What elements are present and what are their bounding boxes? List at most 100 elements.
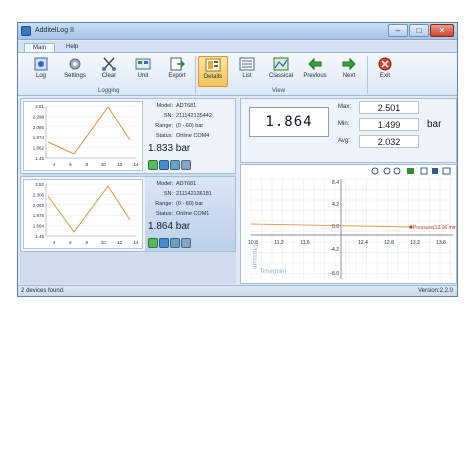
x-tick-label: 6 xyxy=(69,240,72,245)
device-card-selected[interactable]: 2.52 2.306 2.092 1.878 1.664 1.45 4 6 8 10 12 14 Mo… xyxy=(20,176,236,252)
minimize-button[interactable]: – xyxy=(388,24,408,37)
clear-button[interactable]: Clear xyxy=(94,56,124,87)
range-key: Range: xyxy=(155,201,173,207)
y-tick-label: 2.51 xyxy=(35,104,44,109)
y-tick-label: 2.52 xyxy=(35,182,44,187)
sn-key: SN: xyxy=(163,113,173,119)
x-tick-label: 13.6 xyxy=(436,240,446,246)
list-label: List xyxy=(242,73,252,79)
y-tick-label: 1.45 xyxy=(35,234,44,239)
classical-button[interactable]: Classical xyxy=(266,56,296,87)
x-tick-label: 4 xyxy=(53,162,56,167)
log-icon xyxy=(34,57,48,71)
main-chart-panel: 8.4 4.2 0.0 -4.2 -8.0 10.8 11.2 11.6 12.4 12.8 13.… xyxy=(240,164,457,284)
fit-icon[interactable] xyxy=(407,168,414,174)
sn-value: 211142136181 xyxy=(176,191,212,197)
app-window: AdditelLog II – □ ✕ Main Help Log Settin… xyxy=(17,22,458,297)
zoom-in-icon[interactable] xyxy=(383,167,391,175)
settings-icon[interactable] xyxy=(170,160,180,170)
details-icon xyxy=(205,58,221,72)
range-value: (0 - 60) bar xyxy=(176,123,204,129)
unit-label: bar xyxy=(427,119,442,130)
start-icon[interactable] xyxy=(148,238,158,248)
device-card[interactable]: 2.51 2.298 2.086 1.874 1.662 1.45 4 6 8 10 12 14 Mo… xyxy=(20,98,236,174)
list-icon xyxy=(239,57,255,71)
exit-label: Exit xyxy=(379,73,390,79)
x-tick-label: 13.2 xyxy=(410,240,420,246)
close-button[interactable]: ✕ xyxy=(430,24,454,37)
y-tick-label: 2.306 xyxy=(33,192,45,197)
previous-button[interactable]: Previous xyxy=(300,56,330,87)
zoom-icon[interactable] xyxy=(371,167,379,175)
exit-button[interactable]: Exit xyxy=(370,56,400,87)
port-value: COM1 xyxy=(193,211,210,217)
start-icon[interactable] xyxy=(148,160,158,170)
details-button[interactable]: Details xyxy=(198,56,228,87)
export-icon xyxy=(170,57,185,71)
export-button[interactable]: Export xyxy=(162,56,192,87)
list-button[interactable]: List xyxy=(232,56,262,87)
device-info: Model: ADT681 SN: 211142136181 Range: (0 - … xyxy=(145,177,235,251)
zero-icon[interactable] xyxy=(159,238,169,248)
y-axis-label: Pressure xyxy=(251,245,257,270)
tab-main[interactable]: Main xyxy=(24,43,56,52)
x-tick-label: 6 xyxy=(69,162,72,167)
y-tick-label: 0.0 xyxy=(332,224,339,230)
model-key: Model: xyxy=(156,181,173,187)
x-tick-label: 12.4 xyxy=(358,240,368,246)
app-icon xyxy=(21,26,31,36)
status-key: Status: xyxy=(155,133,173,139)
previous-label: Previous xyxy=(303,73,327,79)
device-reading: 1.833 bar xyxy=(148,143,191,154)
next-button[interactable]: Next xyxy=(334,56,364,87)
group-separator xyxy=(195,56,196,94)
mini-chart-svg: 2.51 2.298 2.086 1.874 1.662 1.45 4 6 8 10 12 14 xyxy=(33,104,139,167)
window-title: AdditelLog II xyxy=(35,27,74,34)
print-icon[interactable] xyxy=(442,167,451,175)
save-icon[interactable] xyxy=(432,168,438,174)
settings-icon[interactable] xyxy=(170,238,180,248)
maximize-button[interactable]: □ xyxy=(409,24,429,37)
details-label: Details xyxy=(203,74,223,80)
status-value: Online xyxy=(176,133,192,139)
device-actions xyxy=(148,160,192,170)
tab-help[interactable]: Help xyxy=(58,43,86,52)
group-label-logging: Logging xyxy=(98,88,120,94)
grid-icon[interactable] xyxy=(420,167,428,175)
log-label: Log xyxy=(35,73,46,79)
y-tick-label: 2.086 xyxy=(33,125,45,130)
zero-icon[interactable] xyxy=(159,160,169,170)
device-info: Model: ADT681 SN: 211142135442 Range: (0 - … xyxy=(145,99,235,173)
config-icon[interactable] xyxy=(181,238,191,248)
status-device-count: 2 devices found. xyxy=(21,288,65,294)
next-arrow-icon xyxy=(342,57,356,71)
device-list: 2.51 2.298 2.086 1.874 1.662 1.45 4 6 8 10 12 14 Mo… xyxy=(20,98,236,284)
series-line xyxy=(47,106,131,155)
y-tick-label: 1.662 xyxy=(33,146,45,151)
sn-value: 211142135442 xyxy=(176,113,212,119)
chart-toolbar xyxy=(371,167,451,175)
y-tick-label: -8.0 xyxy=(330,271,339,277)
unit-button[interactable]: Unit xyxy=(128,56,158,87)
series-line xyxy=(250,223,412,228)
max-value: 2.501 xyxy=(359,101,419,114)
config-icon[interactable] xyxy=(181,160,191,170)
zoom-out-icon[interactable] xyxy=(393,167,401,175)
x-tick-label: 4 xyxy=(53,240,56,245)
settings-button[interactable]: Settings xyxy=(60,56,90,87)
x-axis-label: Time(min) xyxy=(260,269,287,275)
y-tick-label: -4.2 xyxy=(330,247,339,253)
clear-scissors-icon xyxy=(102,57,116,71)
log-button[interactable]: Log xyxy=(26,56,56,87)
export-label: Export xyxy=(168,73,186,79)
y-tick-label: 4.2 xyxy=(332,202,339,208)
title-bar[interactable]: AdditelLog II – □ ✕ xyxy=(18,23,457,40)
classical-icon xyxy=(273,57,289,71)
device-reading: 1.864 bar xyxy=(148,221,191,232)
previous-arrow-icon xyxy=(308,57,322,71)
clear-label: Clear xyxy=(101,73,117,79)
ribbon-toolbar: Log Settings Clear Unit Export Details L… xyxy=(18,52,457,96)
mini-chart-svg: 2.52 2.306 2.092 1.878 1.664 1.45 4 6 8 10 12 14 xyxy=(33,182,139,245)
y-tick-label: 1.45 xyxy=(35,156,44,161)
x-tick-label: 11.2 xyxy=(274,240,284,246)
